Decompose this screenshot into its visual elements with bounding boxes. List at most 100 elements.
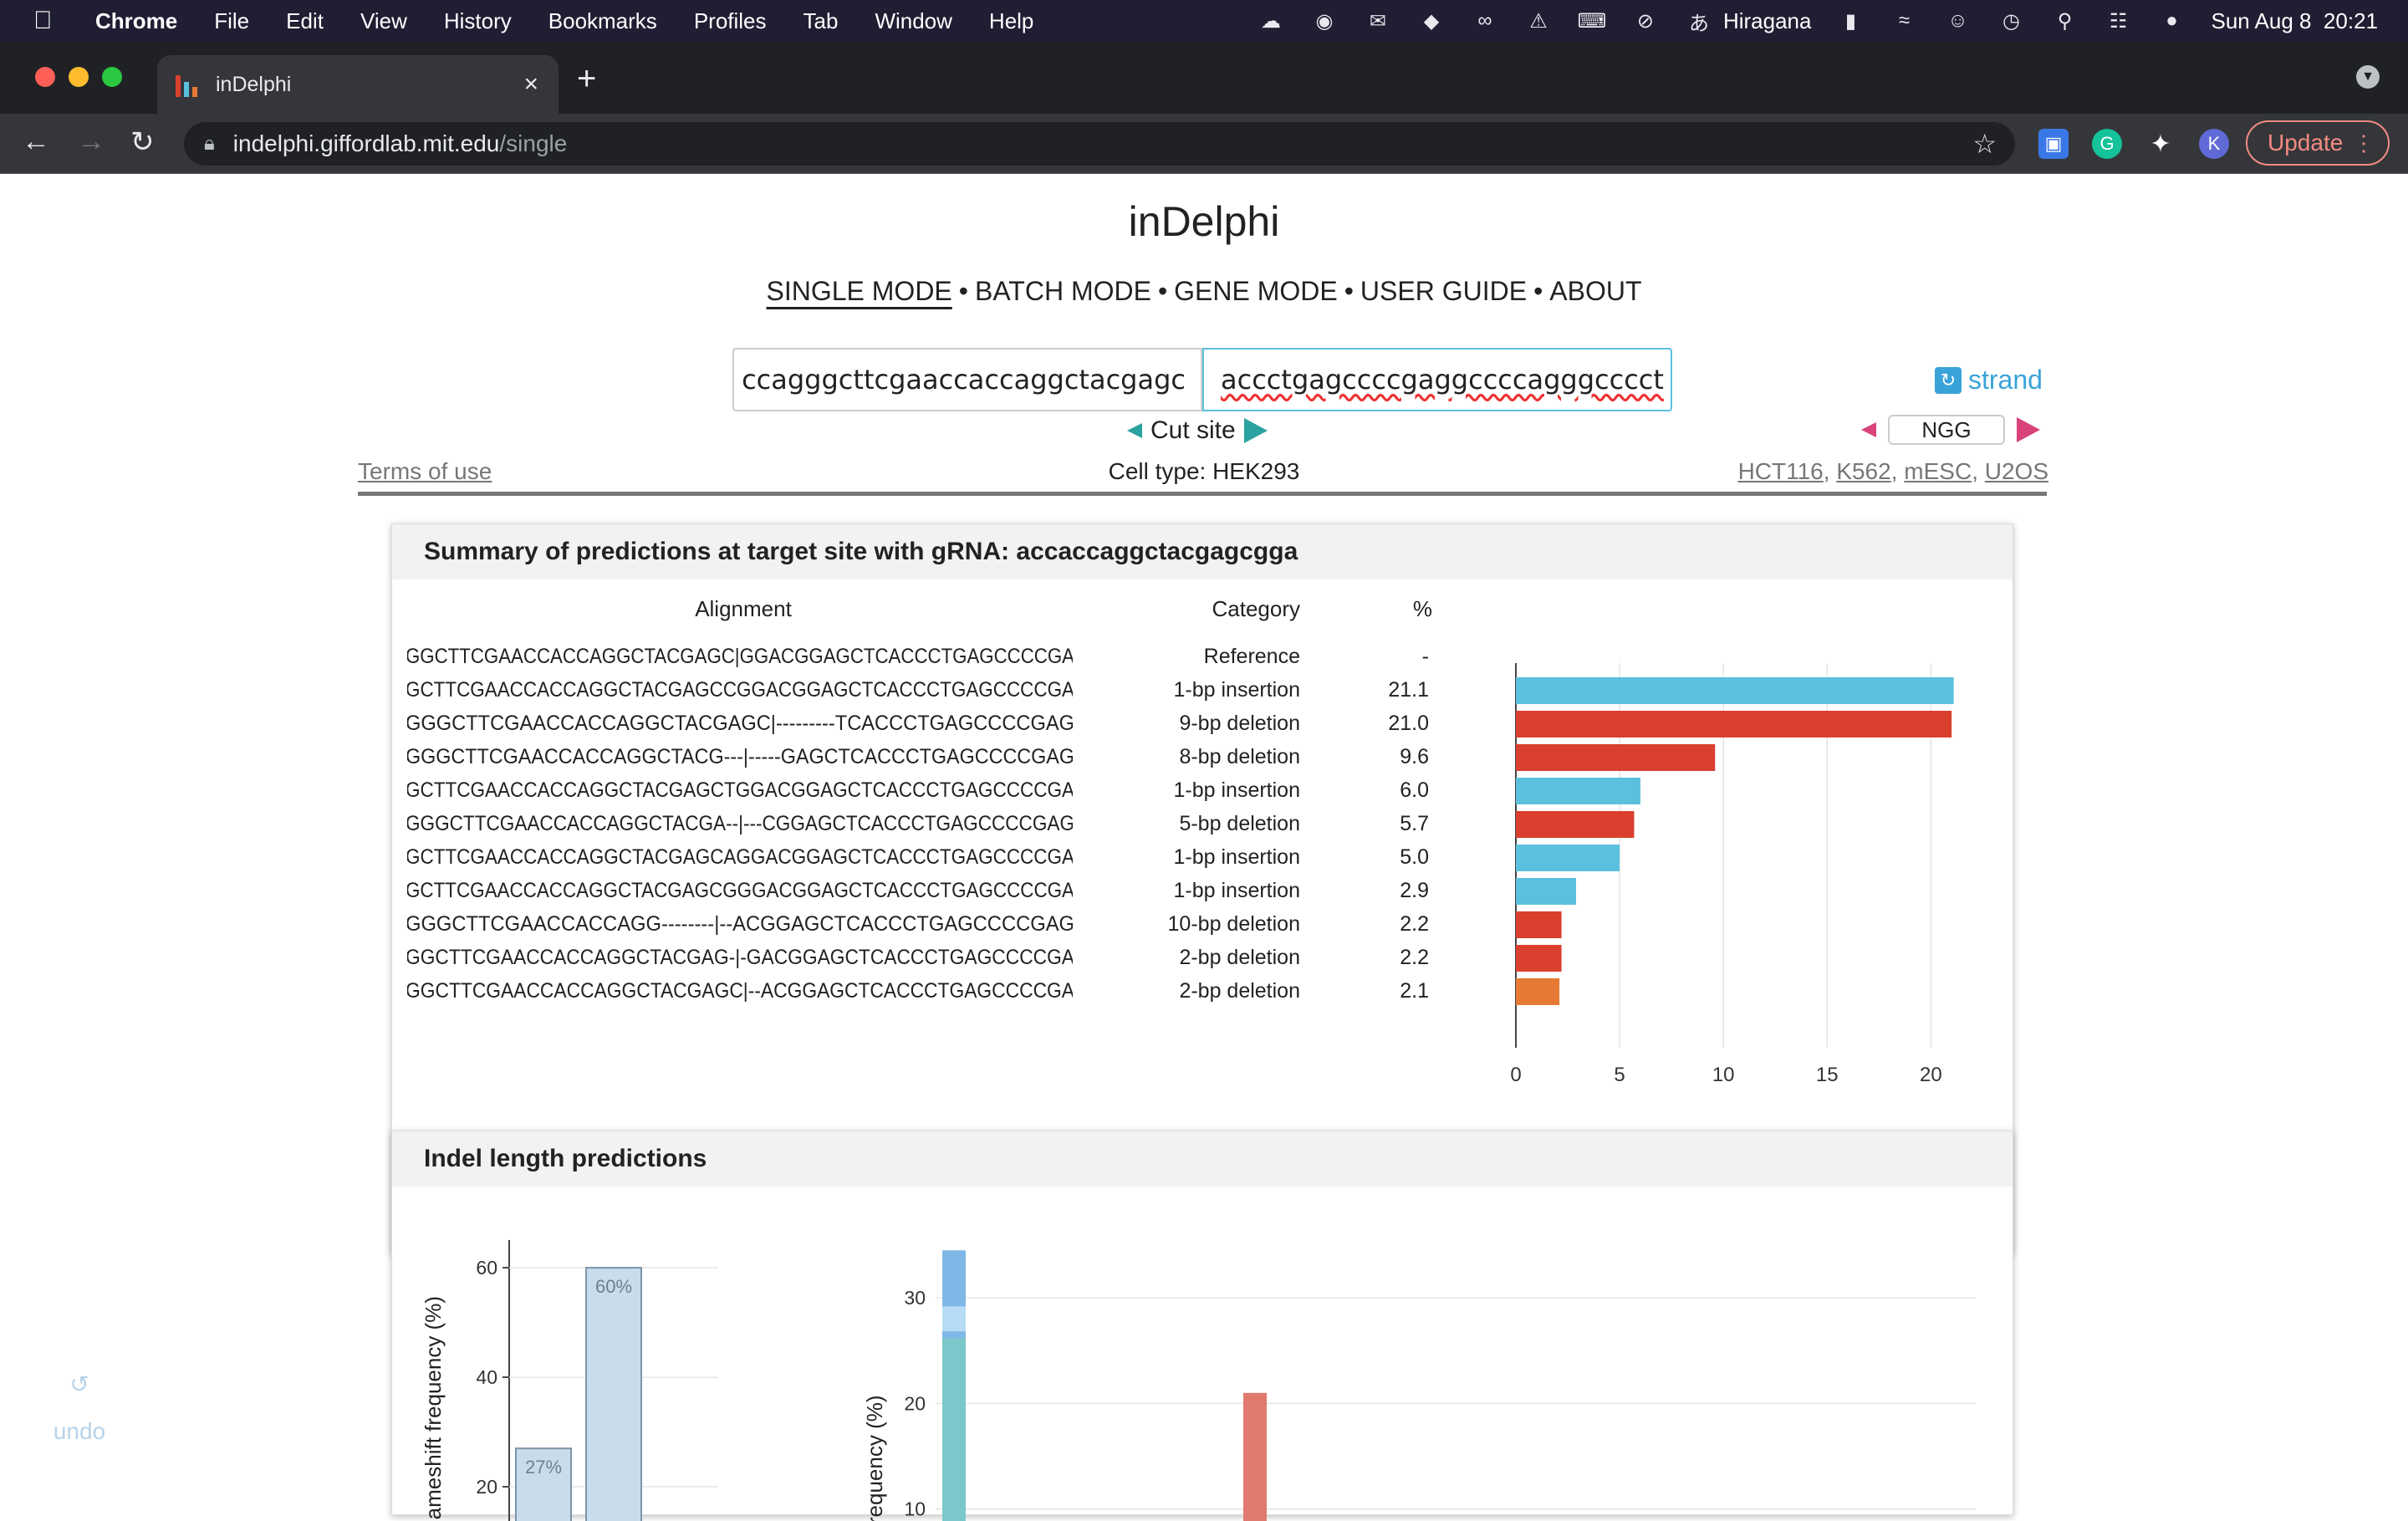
percent-cell: - [1422,645,1429,668]
reload-icon[interactable]: ↻ [130,125,155,159]
strand-toggle[interactable]: ↻ strand [1935,365,2043,396]
profile-avatar[interactable]: K [2199,129,2229,159]
menu-tab[interactable]: Tab [804,8,839,34]
x-tick-label: 10 [1712,1064,1735,1086]
new-tab-button[interactable]: + [577,60,596,98]
menu-history[interactable]: History [444,8,512,34]
menu-app-name[interactable]: Chrome [95,8,177,34]
back-arrow-icon[interactable]: ← [22,125,50,158]
search-icon[interactable]: ⚲ [2050,8,2079,33]
control-center-icon[interactable]: ☷ [2104,8,2132,33]
nav-about[interactable]: ABOUT [1549,276,1641,306]
frequency-bar-3 [1243,1393,1267,1521]
bookmark-star-icon[interactable]: ☆ [1972,128,1997,160]
nav-batch-mode[interactable]: BATCH MODE [975,276,1151,306]
menu-view[interactable]: View [360,8,407,34]
cut-site-right-arrow-icon[interactable] [1244,418,1268,443]
category-cell: 10-bp deletion [1168,912,1300,936]
update-button[interactable]: Update ⋮ [2246,120,2390,166]
nav-single-mode[interactable]: SINGLE MODE [767,276,952,306]
creative-cloud-icon[interactable]: ∞ [1471,8,1499,33]
status-area: ☁ ◉ ✉ ◆ ∞ ⚠ ⌨ ⊘ あ Hiragana ▮ ≈ ☺ ◷ ⚲ ☷ ●… [1257,0,2378,42]
nav-user-guide[interactable]: USER GUIDE [1360,276,1527,306]
pam-input[interactable]: NGG [1888,415,2005,445]
clock[interactable]: Sun Aug 8 20:21 [2211,8,2378,34]
bar-10 [1516,978,1559,1005]
wifi-icon[interactable]: ≈ [1890,8,1918,33]
close-window-button[interactable] [35,67,55,87]
menu-profiles[interactable]: Profiles [694,8,767,34]
zoom-window-button[interactable] [102,67,122,87]
more-menu-icon[interactable]: ⋮ [2353,130,2375,156]
battery-icon[interactable]: ▮ [1836,8,1865,33]
tab-search-icon[interactable]: ▼ [2356,65,2380,89]
x-tick-label: 0 [1510,1064,1521,1086]
time-machine-icon[interactable]: ◷ [1997,8,2025,33]
percent-cell: 9.6 [1400,745,1429,768]
input-method-label[interactable]: Hiragana [1723,8,1812,34]
menu-file[interactable]: File [214,8,249,34]
alignment-cell: GGCTTCGAACCACCAGGCTACGAGC|GGACGGAGCTCACC… [406,645,1074,668]
sequence-left-input[interactable]: ccagggcttcgaaccaccaggctacgagc [732,348,1202,411]
blocked-icon[interactable]: ⊘ [1631,8,1660,33]
sequence-right-input[interactable]: accctgagccccgaggccccagggcccct [1202,348,1672,411]
bar-8 [1516,911,1562,938]
bar-9 [1516,945,1562,972]
pam-left-arrow-icon[interactable] [1861,422,1876,437]
frameshift-y-tick-label: 60 [476,1257,497,1279]
keyboard-icon[interactable]: ⌨ [1578,8,1606,33]
undo-icon: ↺ [33,1361,125,1408]
cell-link-u2os[interactable]: U2OS [1985,458,2048,484]
site-title: inDelphi [0,197,2408,246]
indelphi-favicon-icon [176,72,201,97]
grammarly-icon[interactable]: ◉ [1310,8,1339,33]
menu-help[interactable]: Help [989,8,1033,34]
cut-site-left-arrow-icon[interactable] [1127,423,1142,438]
tab-indelphi[interactable]: inDelphi × [157,55,559,114]
bar-6 [1516,845,1620,871]
pam-right-arrow-icon[interactable] [2017,417,2040,442]
apple-icon[interactable]:  [33,7,64,35]
frequency-y-tick-label: 10 [904,1498,926,1520]
menu-edit[interactable]: Edit [286,8,324,34]
indel-length-title: Indel length predictions [392,1131,2013,1187]
col-header-category: Category [1212,596,1301,621]
nav-separator: • [1533,276,1543,306]
alignment-cell: GGGCTTCGAACCACCAGG--------|--ACGGAGCTCAC… [406,912,1074,936]
menu-window[interactable]: Window [875,8,951,34]
user-icon[interactable]: ☺ [1943,8,1972,33]
minimize-window-button[interactable] [69,67,89,87]
summary-table-chart: AlignmentCategory%GGCTTCGAACCACCAGGCTACG… [392,579,2014,1088]
close-tab-icon[interactable]: × [523,70,538,99]
undo-button[interactable]: ↺ undo [33,1361,125,1455]
siri-icon[interactable]: ● [2157,8,2186,33]
percent-cell: 2.2 [1400,912,1429,936]
percent-cell: 2.1 [1400,979,1429,1003]
bar-5 [1516,811,1634,838]
cloud-icon[interactable]: ☁ [1257,8,1285,33]
translate-extension-icon[interactable]: ▣ [2038,129,2069,159]
extensions-puzzle-icon[interactable]: ✦ [2145,129,2176,159]
menu-bookmarks[interactable]: Bookmarks [548,8,657,34]
col-header-percent: % [1413,596,1432,621]
cell-link-hct116[interactable]: HCT116 [1738,458,1824,484]
alignment-cell: GCTTCGAACCACCAGGCTACGAGCTGGACGGAGCTCACCC… [406,778,1074,802]
nav-gene-mode[interactable]: GENE MODE [1174,276,1338,306]
alert-icon[interactable]: ⚠ [1524,8,1553,33]
forward-arrow-icon[interactable]: → [77,125,105,158]
cell-link-mesc[interactable]: mESC [1904,458,1972,484]
grammarly-extension-icon[interactable]: G [2092,129,2122,159]
lock-icon[interactable]: 🔒︎ [204,132,215,156]
line-icon[interactable]: ✉ [1364,8,1392,33]
bar-1 [1516,677,1954,704]
dropbox-icon[interactable]: ◆ [1417,8,1446,33]
cell-link-k562[interactable]: K562 [1836,458,1890,484]
flip-strand-icon: ↻ [1935,367,1962,394]
header-divider [358,492,2047,496]
category-cell: 1-bp insertion [1174,845,1300,869]
percent-cell: 21.0 [1388,712,1429,735]
input-method-icon[interactable]: あ [1685,8,1713,33]
frameshift-y-tick-label: 40 [476,1366,497,1388]
address-bar[interactable]: 🔒︎ indelphi.giffordlab.mit.edu /single ☆ [184,122,2015,166]
frameshift-y-tick-label: 20 [476,1476,497,1498]
